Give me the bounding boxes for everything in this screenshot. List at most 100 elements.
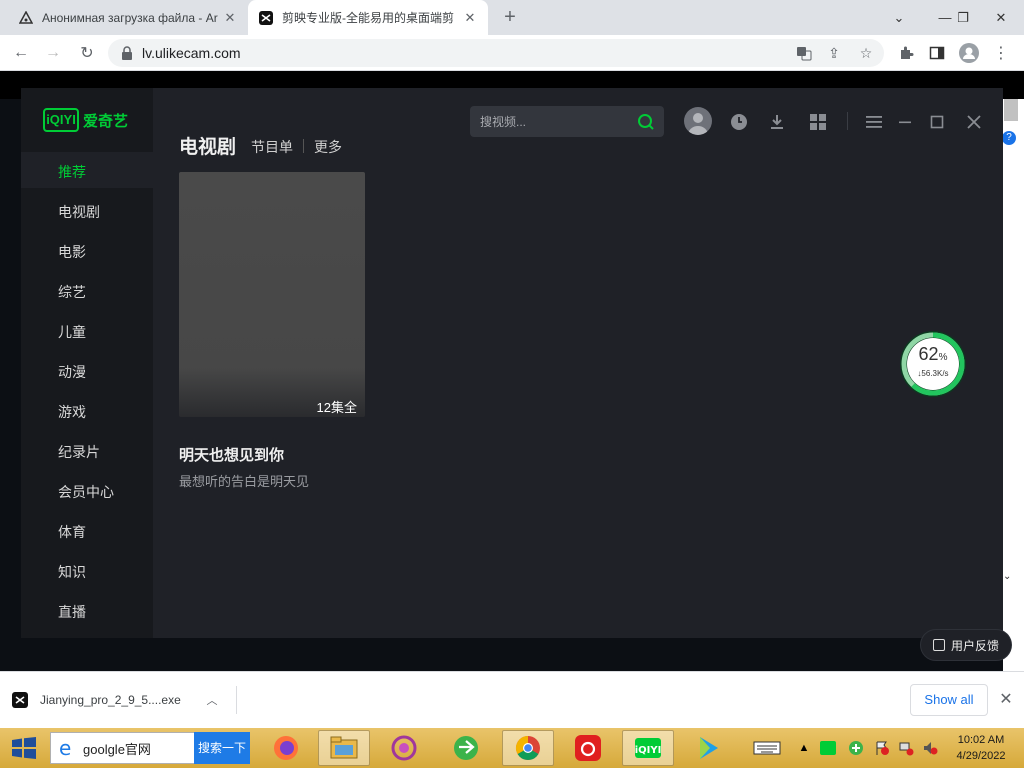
close-icon[interactable]: ✕ (222, 10, 238, 26)
close-icon[interactable]: ✕ (996, 689, 1016, 709)
close-icon[interactable]: ✕ (462, 10, 478, 26)
tray-expand-icon[interactable]: ▲ (796, 740, 812, 756)
apps-grid-icon[interactable] (806, 110, 830, 134)
netease-music-icon[interactable] (562, 730, 614, 766)
tab-title: Анонимная загрузка файла - Ar (42, 10, 218, 25)
browser-tab-active[interactable]: 剪映专业版-全能易用的桌面端剪 ✕ (248, 0, 488, 35)
capcut-file-icon (12, 692, 28, 708)
page-scrollbar-thumb[interactable] (1004, 99, 1018, 121)
chrome-menu-icon[interactable]: ⋮ (988, 40, 1014, 66)
search-icon[interactable] (636, 112, 656, 132)
firefox-icon[interactable] (260, 730, 312, 766)
clock-date: 4/29/2022 (956, 750, 1006, 762)
sidebar-item-anime[interactable]: 动漫 (58, 362, 86, 382)
lock-icon (122, 46, 132, 60)
iqiyi-tray-icon[interactable] (820, 740, 836, 756)
download-bar: Jianying_pro_2_9_5....exe ︿ Show all ✕ (0, 671, 1024, 728)
address-bar[interactable]: lv.ulikecam.com ⇪ ☆ (108, 39, 884, 67)
sidebar-item-kids[interactable]: 儿童 (58, 322, 86, 342)
video-card[interactable]: 12集全 (179, 172, 365, 418)
file-explorer-icon[interactable] (318, 730, 370, 766)
tab-title: 剪映专业版-全能易用的桌面端剪 (282, 11, 454, 25)
forward-button[interactable]: → (40, 40, 66, 66)
volume-muted-icon[interactable] (922, 740, 938, 756)
translate-icon[interactable] (794, 43, 814, 63)
video-poster[interactable] (179, 172, 365, 417)
sidebar-item-tv-series[interactable]: 电视剧 (58, 202, 100, 222)
sidebar-item-sports[interactable]: 体育 (58, 522, 86, 542)
windows-logo-icon (12, 737, 36, 759)
show-all-button[interactable]: Show all (910, 684, 988, 716)
sidebar-item-live[interactable]: 直播 (58, 602, 86, 622)
restore-window-button[interactable]: ❐ (946, 0, 980, 35)
anon-upload-favicon-icon (18, 10, 34, 26)
speed-readout: 62% ↓56.3K/s (907, 338, 959, 390)
taskbar-search-input[interactable]: e goolgle官网 (50, 732, 195, 764)
sidebar-item-recommend[interactable]: 推荐 (58, 162, 86, 182)
tab-search-chevron-icon[interactable]: ⌄ (882, 0, 916, 35)
svg-text:iQIYI: iQIYI (635, 745, 662, 756)
sidebar-item-knowledge[interactable]: 知识 (58, 562, 86, 582)
page-scrollbar-track[interactable] (1003, 99, 1024, 671)
profile-avatar-icon[interactable] (956, 40, 982, 66)
sidebar-item-variety[interactable]: 综艺 (58, 282, 86, 302)
url-text: lv.ulikecam.com (142, 45, 241, 61)
maximize-icon[interactable] (925, 110, 949, 134)
help-icon[interactable]: ? (1002, 131, 1016, 145)
scroll-down-arrow-icon[interactable]: ⌄ (1003, 571, 1011, 582)
browser-tab-inactive[interactable]: Анонимная загрузка файла - Ar ✕ (8, 0, 248, 35)
iqiyi-taskbar-icon[interactable]: iQIYI (622, 730, 674, 766)
network-icon[interactable] (898, 740, 914, 756)
back-button[interactable]: ← (8, 40, 34, 66)
chevron-up-icon[interactable]: ︿ (202, 692, 222, 708)
sidebar-item-vip-center[interactable]: 会员中心 (58, 482, 114, 502)
sidebar-item-games[interactable]: 游戏 (58, 402, 86, 422)
history-clock-icon[interactable] (727, 110, 751, 134)
network-speed-widget[interactable]: 62% ↓56.3K/s (900, 331, 966, 397)
search-box (470, 106, 664, 137)
extensions-puzzle-icon[interactable] (893, 40, 919, 66)
browser-tab-strip: Анонимная загрузка файла - Ar ✕ 剪映专业版-全能… (0, 0, 1024, 35)
logo-text: 爱奇艺 (83, 112, 129, 130)
green-browser-icon[interactable] (440, 730, 492, 766)
iqiyi-logo[interactable]: iQIYI 爱奇艺 (43, 108, 128, 132)
audio-app-icon[interactable] (378, 730, 430, 766)
feedback-button[interactable]: 用户反馈 (920, 629, 1012, 661)
program-list-link[interactable]: 节目单 (251, 137, 293, 157)
user-avatar[interactable] (684, 107, 712, 135)
video-title[interactable]: 明天也想见到你 (179, 444, 284, 465)
share-icon[interactable]: ⇪ (824, 43, 844, 63)
web-page: ? ⌄ iQIYI 爱奇艺 推荐 电视剧 电影 综艺 儿童 动漫 游戏 纪录片 … (0, 71, 1024, 671)
svg-text:e: e (59, 738, 71, 758)
side-panel-icon[interactable] (924, 40, 950, 66)
sidebar-item-documentary[interactable]: 纪录片 (58, 442, 100, 462)
menu-icon[interactable] (862, 110, 886, 134)
start-button[interactable] (6, 732, 42, 764)
clock-time: 10:02 AM (957, 734, 1005, 746)
bookmark-star-icon[interactable]: ☆ (856, 43, 876, 63)
download-icon[interactable] (765, 110, 789, 134)
more-link[interactable]: 更多 (314, 137, 342, 157)
close-icon[interactable] (962, 110, 986, 134)
minimize-icon[interactable] (893, 110, 917, 134)
video-player-icon[interactable] (682, 730, 734, 766)
download-item[interactable]: Jianying_pro_2_9_5....exe ︿ (12, 686, 237, 714)
reload-button[interactable]: ↻ (74, 40, 100, 66)
ie-icon: e (59, 738, 71, 758)
keyboard-icon[interactable] (752, 740, 782, 756)
system-clock[interactable]: 10:02 AM 4/29/2022 (948, 732, 1014, 764)
chrome-icon[interactable] (502, 730, 554, 766)
video-subtitle: 最想听的告白是明天见 (179, 474, 310, 489)
taskbar-search-button[interactable]: 搜索一下 (194, 732, 250, 764)
section-title: 电视剧 (179, 137, 237, 158)
flag-error-icon[interactable] (874, 740, 890, 756)
sidebar-item-movies[interactable]: 电影 (58, 242, 86, 262)
close-window-button[interactable]: ✕ (984, 0, 1018, 35)
add-tray-icon[interactable] (848, 740, 864, 756)
header-divider (847, 112, 848, 130)
section-divider (303, 139, 304, 153)
windows-taskbar: e goolgle官网 搜索一下 iQIYI ▲ 10:02 AM 4/29/2… (0, 728, 1024, 768)
new-tab-button[interactable]: + (498, 6, 522, 30)
search-input[interactable] (470, 106, 630, 137)
sidebar: iQIYI 爱奇艺 推荐 电视剧 电影 综艺 儿童 动漫 游戏 纪录片 会员中心… (21, 88, 153, 638)
